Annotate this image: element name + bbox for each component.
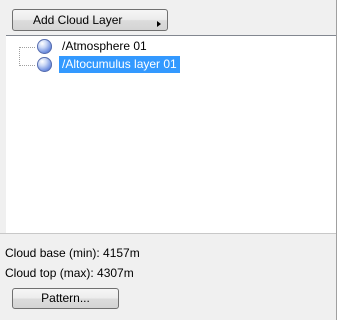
dropdown-arrow-icon [157, 21, 161, 27]
globe-icon [37, 57, 52, 72]
tree-connector-line [19, 47, 35, 48]
pattern-button[interactable]: Pattern... [12, 288, 119, 309]
cloud-base-text: Cloud base (min): 4157m [5, 246, 140, 260]
globe-icon [37, 39, 52, 54]
toolbar: Add Cloud Layer [0, 0, 336, 33]
tree-item-label: /Atmosphere 01 [62, 39, 147, 53]
tree-connector-line [19, 65, 35, 66]
cloud-layers-panel: Add Cloud Layer /Atmosphere 01 /Altocumu… [0, 0, 337, 320]
cloud-top-text: Cloud top (max): 4307m [5, 266, 134, 280]
add-cloud-layer-label: Add Cloud Layer [33, 13, 123, 27]
tree-connector-line [19, 47, 20, 66]
tree-item-label: /Altocumulus layer 01 [59, 56, 180, 73]
add-cloud-layer-button[interactable]: Add Cloud Layer [12, 9, 168, 31]
cloud-layer-tree[interactable]: /Atmosphere 01 /Altocumulus layer 01 [6, 35, 336, 233]
